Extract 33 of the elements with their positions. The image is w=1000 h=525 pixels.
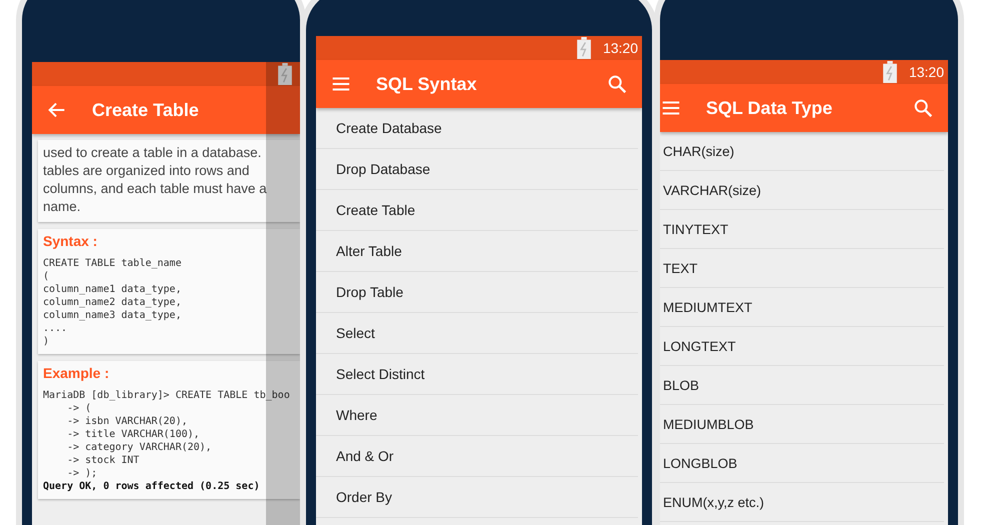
list-item[interactable]: LONGTEXT: [660, 327, 944, 366]
list-item[interactable]: Create Table: [316, 190, 638, 231]
list-item[interactable]: LONGBLOB: [660, 444, 944, 483]
list-item[interactable]: VARCHAR(size): [660, 171, 944, 210]
list-item[interactable]: Select: [316, 313, 638, 354]
list-item[interactable]: MEDIUMTEXT: [660, 288, 944, 327]
code-text: CREATE TABLE table_name ( column_name1 data_type, column_name2 data_type, column_name3 data_type, .... ): [43, 257, 182, 348]
code-text: MariaDB [db_library]> CREATE TABLE tb_boo -> ( -> isbn VARCHAR(20), -> title VARCHAR(100), -> category VARCHAR(20), -> stock INT -> );: [43, 389, 291, 480]
search-icon[interactable]: [606, 73, 628, 95]
list-item[interactable]: CHAR(size): [660, 132, 944, 171]
list-item[interactable]: Drop Table: [316, 272, 638, 313]
list-item[interactable]: Where: [316, 395, 638, 436]
description-text: used to create a table in a database. tables are organized into rows and columns, and each table must have a name.: [43, 144, 268, 216]
list-item[interactable]: TEXT: [660, 249, 944, 288]
query-result: Query OK, 0 rows affected (0.25 sec): [43, 480, 261, 493]
list-item[interactable]: Select Distinct: [316, 354, 638, 395]
list-item[interactable]: ENUM(x,y,z etc.): [660, 483, 944, 522]
list-item[interactable]: BLOB: [660, 366, 944, 405]
list-item[interactable]: Order By: [316, 477, 638, 518]
section-heading: Syntax :: [43, 233, 98, 249]
list-item[interactable]: Create Database: [316, 108, 638, 149]
list-item[interactable]: Alter Table: [316, 231, 638, 272]
search-icon[interactable]: [912, 97, 934, 119]
screen-title: SQL Data Type: [706, 98, 832, 118]
status-time: 13:20: [908, 64, 944, 80]
section-heading: Example :: [43, 365, 110, 381]
list-item[interactable]: Drop Database: [316, 149, 638, 190]
list-item[interactable]: TINYTEXT: [660, 210, 944, 249]
list-item[interactable]: MEDIUMBLOB: [660, 405, 944, 444]
list-item[interactable]: And & Or: [316, 436, 638, 477]
status-time: 13:20: [602, 40, 638, 56]
screen-title: SQL Syntax: [376, 74, 477, 94]
screen-title: Create Table: [92, 100, 199, 120]
